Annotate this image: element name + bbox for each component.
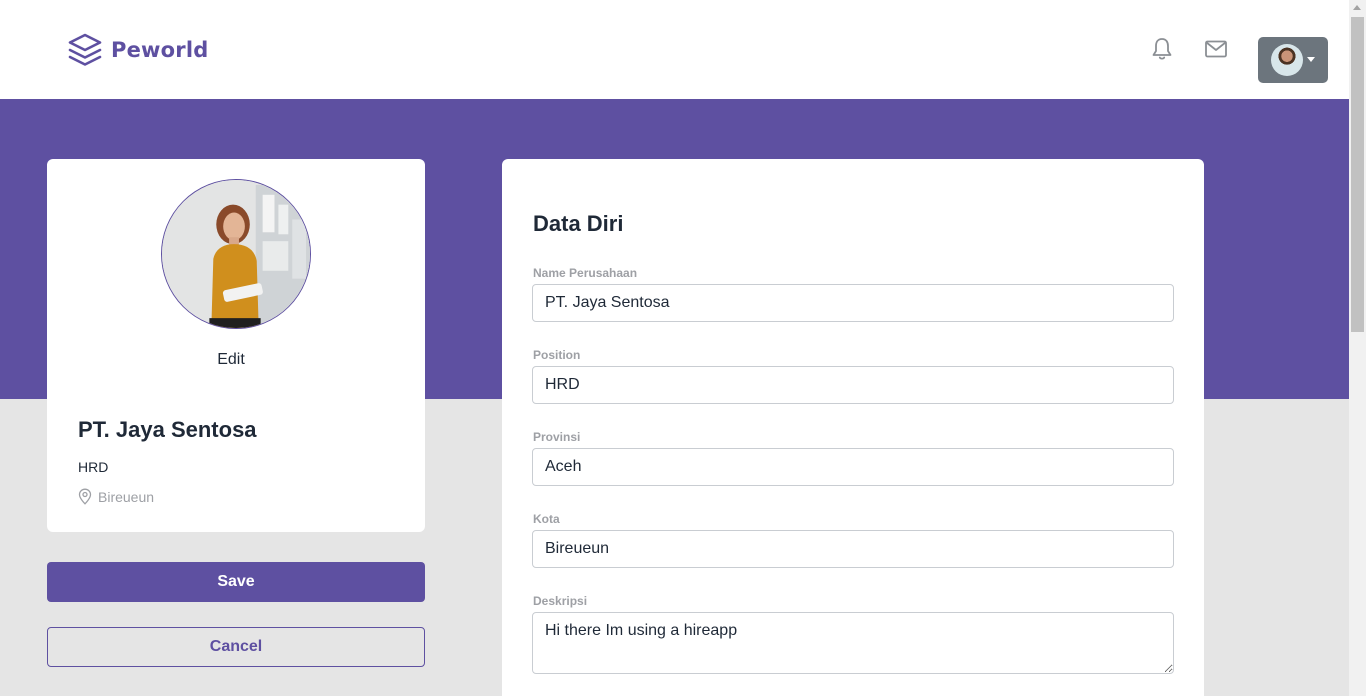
description-textarea[interactable]: Hi there Im using a hireapp (532, 612, 1174, 674)
scroll-up-arrow-icon[interactable] (1353, 5, 1361, 10)
top-navbar: Peworld (0, 0, 1349, 99)
cancel-button[interactable]: Cancel (47, 627, 425, 667)
company-name: PT. Jaya Sentosa (78, 417, 257, 442)
profile-dropdown-button[interactable] (1258, 37, 1328, 83)
province-label: Provinsi (533, 430, 581, 444)
company-photo (161, 179, 311, 329)
bell-icon[interactable] (1149, 36, 1175, 62)
city-label: Kota (533, 512, 560, 526)
position-input[interactable] (532, 366, 1174, 404)
data-diri-form: Data Diri Name Perusahaan Position Provi… (502, 159, 1204, 696)
edit-photo-link[interactable]: Edit (47, 351, 415, 369)
photo-illustration (162, 180, 310, 328)
description-label: Deskripsi (533, 594, 588, 608)
location-text: Bireueun (98, 488, 155, 505)
user-avatar (1271, 44, 1303, 76)
city-input[interactable] (532, 530, 1174, 568)
company-location: Bireueun (78, 488, 154, 505)
company-position: HRD (78, 459, 109, 475)
brand-name: Peworld (111, 38, 209, 62)
brand-logo[interactable]: Peworld (67, 32, 208, 68)
province-input[interactable] (532, 448, 1174, 486)
layers-logo-icon (68, 33, 102, 66)
profile-card: Edit PT. Jaya Sentosa HRD Bireueun (47, 159, 425, 532)
map-pin-icon (78, 488, 92, 505)
position-label: Position (533, 348, 581, 362)
save-button[interactable]: Save (47, 562, 425, 602)
form-title: Data Diri (533, 211, 624, 236)
company-name-label: Name Perusahaan (533, 266, 638, 280)
scrollbar-thumb[interactable] (1351, 17, 1364, 332)
page-scrollbar[interactable] (1349, 0, 1366, 696)
company-name-input[interactable] (532, 284, 1174, 322)
mail-icon[interactable] (1203, 36, 1229, 62)
caret-down-icon (1307, 57, 1315, 62)
